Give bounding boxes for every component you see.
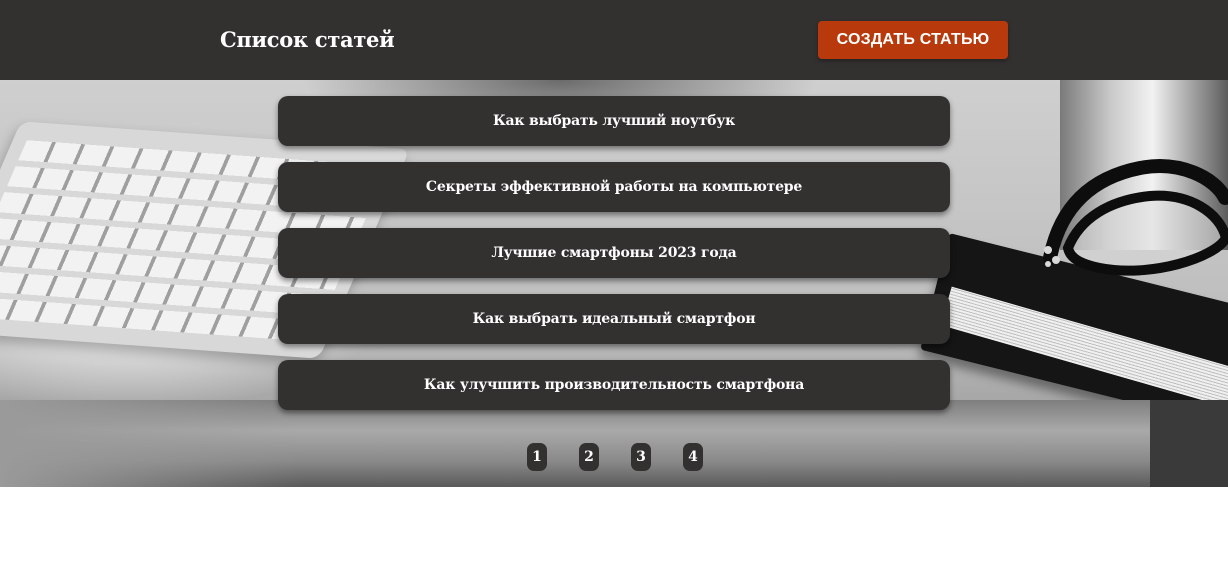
article-link[interactable]: Как улучшить производительность смартфон… bbox=[424, 377, 804, 393]
page-button-4[interactable]: 4 bbox=[683, 443, 703, 471]
pagination: 1 2 3 4 bbox=[527, 443, 703, 471]
page-blank-area bbox=[0, 487, 1228, 567]
article-list: Как выбрать лучший ноутбук Секреты эффек… bbox=[278, 96, 950, 426]
top-header: Список статей СОЗДАТЬ СТАТЬЮ bbox=[0, 0, 1228, 80]
article-item[interactable]: Секреты эффективной работы на компьютере bbox=[278, 162, 950, 212]
create-article-button[interactable]: СОЗДАТЬ СТАТЬЮ bbox=[818, 21, 1008, 59]
photo-lower-left bbox=[0, 400, 300, 487]
article-item[interactable]: Как выбрать лучший ноутбук bbox=[278, 96, 950, 146]
article-link[interactable]: Как выбрать лучший ноутбук bbox=[493, 113, 735, 129]
article-link[interactable]: Как выбрать идеальный смартфон bbox=[473, 311, 756, 327]
article-link[interactable]: Лучшие смартфоны 2023 года bbox=[491, 245, 736, 261]
page-button-1[interactable]: 1 bbox=[527, 443, 547, 471]
page: Список статей СОЗДАТЬ СТАТЬЮ Как выбрать… bbox=[0, 0, 1228, 567]
glasses-icon bbox=[1043, 159, 1228, 276]
page-button-3[interactable]: 3 bbox=[631, 443, 651, 471]
article-item[interactable]: Как выбрать идеальный смартфон bbox=[278, 294, 950, 344]
page-title: Список статей bbox=[220, 27, 395, 52]
page-button-2[interactable]: 2 bbox=[579, 443, 599, 471]
article-item[interactable]: Как улучшить производительность смартфон… bbox=[278, 360, 950, 410]
article-link[interactable]: Секреты эффективной работы на компьютере bbox=[426, 179, 802, 195]
article-item[interactable]: Лучшие смартфоны 2023 года bbox=[278, 228, 950, 278]
photo-dark-right bbox=[1150, 400, 1228, 487]
